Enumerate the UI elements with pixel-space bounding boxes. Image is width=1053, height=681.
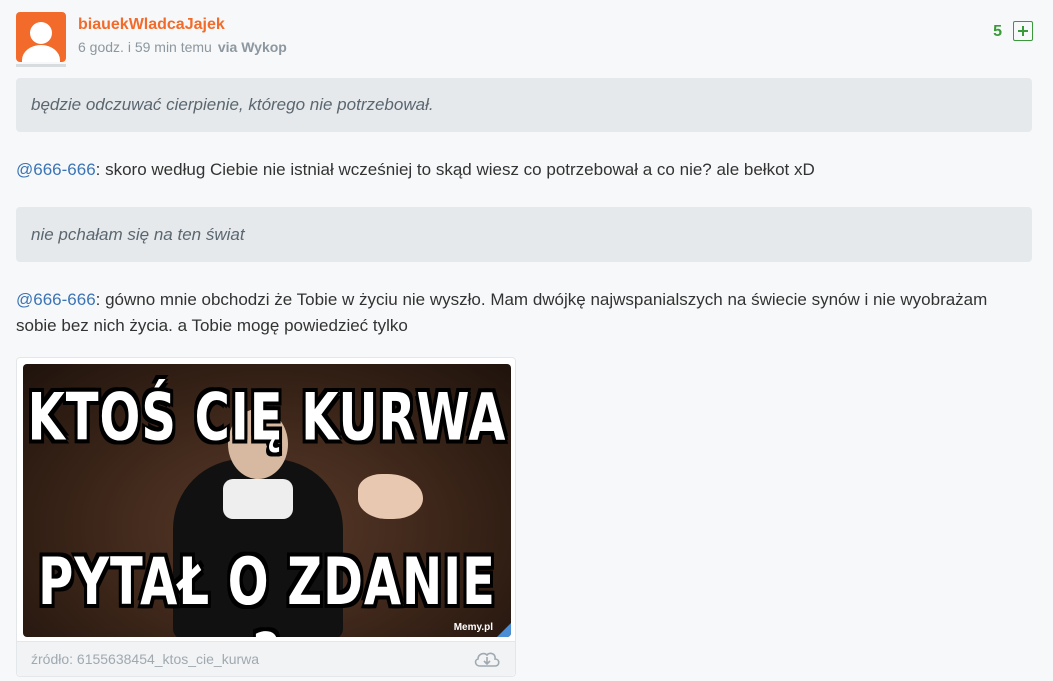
quote-block: będzie odczuwać cierpienie, którego nie … <box>16 78 1032 132</box>
upvote-button[interactable] <box>1013 21 1033 41</box>
watermark-corner <box>497 623 511 637</box>
meme-top-text: KTOŚ CIĘ KURWA <box>27 380 507 456</box>
reply-text: : gówno mnie obchodzi że Tobie w życiu n… <box>16 290 988 335</box>
meme-bottom-text: PYTAŁ O ZDANIE ? <box>38 544 496 637</box>
avatar[interactable] <box>16 12 66 62</box>
embed-footer: źródło: 6155638454_ktos_cie_kurwa <box>17 641 515 676</box>
author-username[interactable]: biauekWladcaJajek <box>78 16 225 34</box>
quote-block: nie pchałam się na ten świat <box>16 207 1032 262</box>
reply-paragraph: @666-666: gówno mnie obchodzi że Tobie w… <box>16 287 1026 339</box>
meme-watermark: Memy.pl <box>453 622 493 633</box>
vote-count: 5 <box>993 23 1002 40</box>
avatar-head <box>30 22 52 44</box>
post-time[interactable]: 6 godz. i 59 min temu <box>78 39 212 55</box>
avatar-body <box>22 45 60 62</box>
image-embed: KTOŚ CIĘ KURWA PYTAŁ O ZDANIE ? Memy.pl … <box>16 357 516 677</box>
user-mention[interactable]: @666-666 <box>16 290 96 309</box>
user-mention[interactable]: @666-666 <box>16 160 96 179</box>
reply-text: : skoro według Ciebie nie istniał wcześn… <box>95 160 815 179</box>
post-via[interactable]: via Wykop <box>218 39 287 55</box>
image-source[interactable]: źródło: 6155638454_ktos_cie_kurwa <box>31 651 259 667</box>
reply-paragraph: @666-666: skoro według Ciebie nie istnia… <box>16 157 1026 183</box>
avatar-underline <box>16 64 66 67</box>
meme-collar <box>223 479 293 519</box>
post-meta: 6 godz. i 59 min temu via Wykop <box>78 39 287 55</box>
cloud-download-icon[interactable] <box>473 649 501 669</box>
meme-image[interactable]: KTOŚ CIĘ KURWA PYTAŁ O ZDANIE ? Memy.pl <box>23 364 511 637</box>
post-header: biauekWladcaJajek 6 godz. i 59 min temu v… <box>16 12 1033 67</box>
meme-hand <box>358 474 423 519</box>
